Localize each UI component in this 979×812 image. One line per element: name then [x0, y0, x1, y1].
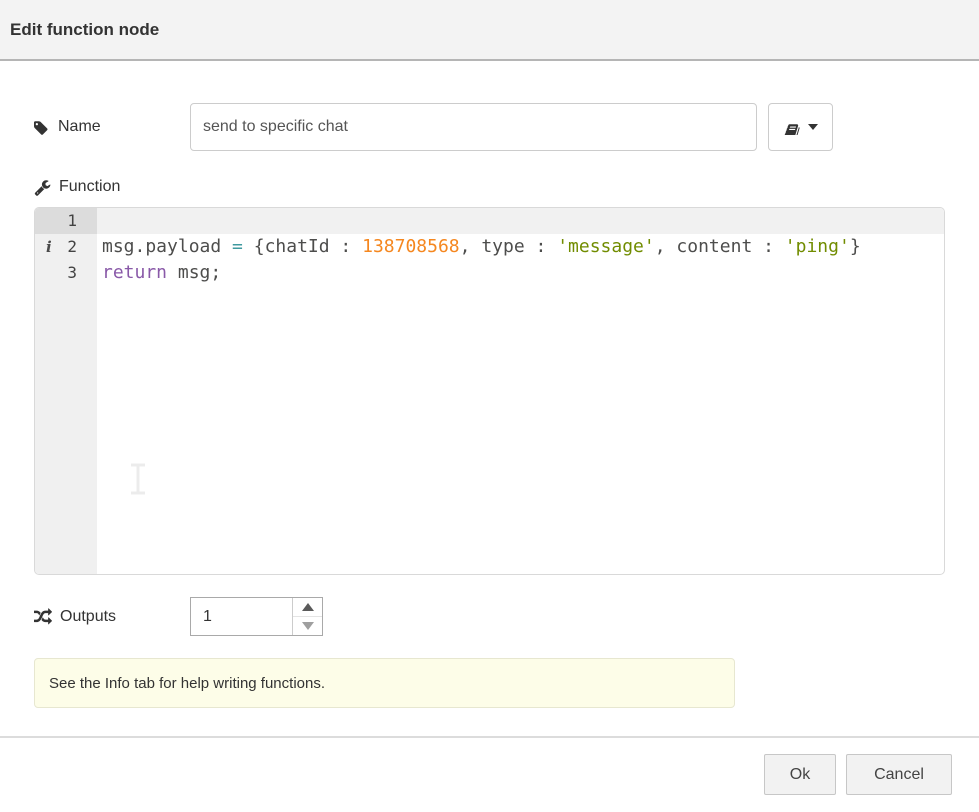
outputs-input[interactable] [191, 598, 292, 635]
form-tip: See the Info tab for help writing functi… [34, 658, 735, 708]
triangle-up-icon [302, 603, 314, 611]
gutter-line-number: 1 [35, 208, 97, 234]
ok-button[interactable]: Ok [764, 754, 836, 795]
dialog-title: Edit function node [10, 20, 159, 40]
name-label-text: Name [58, 118, 101, 136]
outputs-field-label: Outputs [34, 597, 116, 636]
outputs-spinner [190, 597, 323, 636]
footer-separator [0, 736, 979, 738]
editor-gutter: 12i3 [35, 208, 97, 574]
caret-down-icon [808, 124, 818, 130]
cancel-button[interactable]: Cancel [846, 754, 952, 795]
code-line[interactable] [97, 208, 944, 234]
shuffle-icon [34, 608, 52, 626]
gutter-line-number: 3 [35, 260, 97, 286]
spinner-up-button[interactable] [293, 598, 322, 617]
wrench-icon [34, 179, 51, 196]
code-line[interactable]: msg.payload = {chatId : 138708568, type … [97, 234, 944, 260]
function-field-label: Function [34, 174, 120, 200]
name-input[interactable] [190, 103, 757, 151]
outputs-label-text: Outputs [60, 608, 116, 626]
code-line[interactable]: return msg; [97, 260, 944, 286]
triangle-down-icon [302, 622, 314, 630]
form-tip-text: See the Info tab for help writing functi… [49, 675, 325, 692]
editor-code: msg.payload = {chatId : 138708568, type … [97, 208, 944, 286]
function-label-text: Function [59, 178, 120, 196]
spinner-down-button[interactable] [293, 617, 322, 635]
tag-icon [34, 119, 50, 135]
text-cursor-pointer [127, 462, 149, 501]
info-annotation-icon: i [46, 234, 52, 260]
gutter-line-number: 2i [35, 234, 97, 260]
dialog-header: Edit function node [0, 0, 979, 61]
spinner-buttons [292, 598, 322, 635]
name-field-label: Name [34, 103, 101, 151]
library-button[interactable] [768, 103, 833, 151]
function-code-editor[interactable]: 12i3 msg.payload = {chatId : 138708568, … [34, 207, 945, 575]
book-icon [784, 119, 800, 135]
